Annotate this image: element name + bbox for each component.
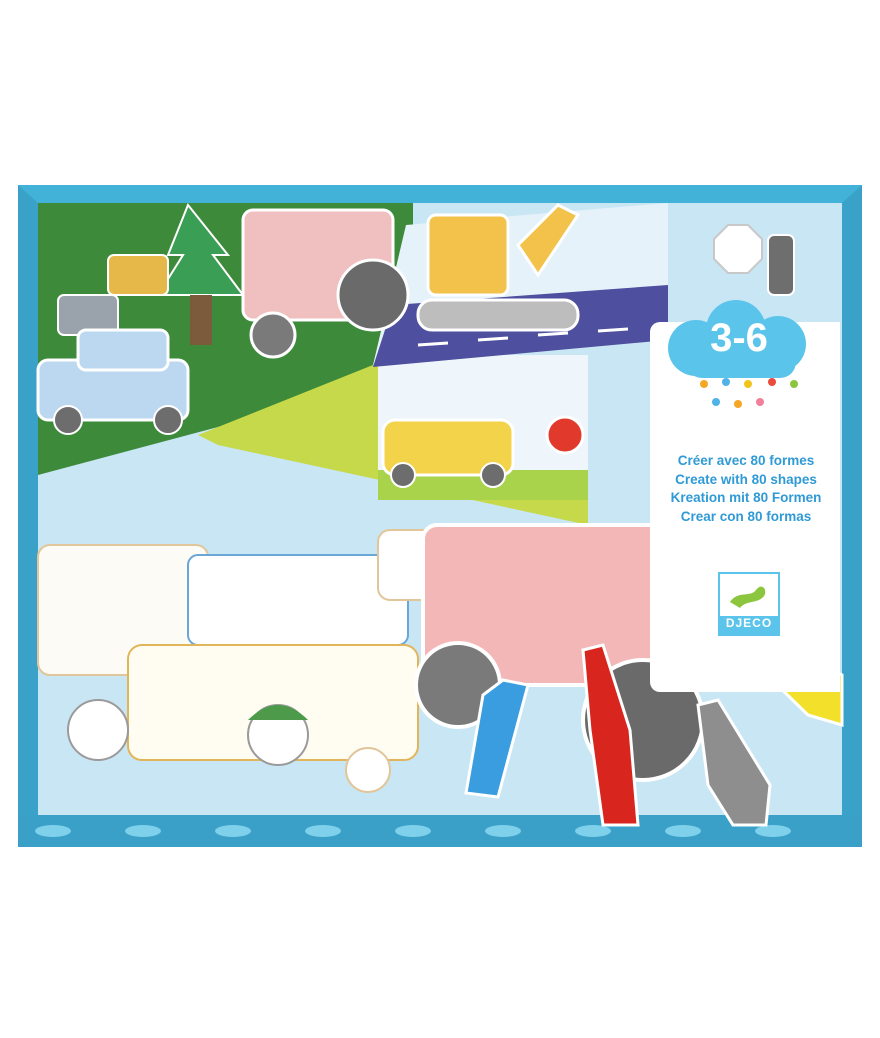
tagline-fr: Créer avec 80 formes xyxy=(677,453,815,468)
dot xyxy=(756,398,764,406)
box-left-side xyxy=(18,185,38,847)
excavator-track xyxy=(416,298,580,332)
traffic-light xyxy=(767,234,795,296)
dot xyxy=(722,378,730,386)
stop-sign xyxy=(713,224,763,274)
tagline-de: Kreation mit 80 Formen xyxy=(670,490,822,505)
tractor-wheel xyxy=(336,258,410,332)
yellow-excavator xyxy=(426,213,510,297)
wheel xyxy=(249,311,297,359)
dot xyxy=(744,380,752,388)
wheel xyxy=(53,405,83,435)
box-right-side xyxy=(842,185,862,847)
wheel xyxy=(480,462,506,488)
person-outline xyxy=(67,699,129,761)
tagline-es: Crear con 80 formas xyxy=(680,508,812,524)
wheel xyxy=(390,462,416,488)
dot xyxy=(700,380,708,388)
wheel xyxy=(153,405,183,435)
blue-car-cabin xyxy=(76,328,170,372)
dot xyxy=(768,378,776,386)
age-range: 3-6 xyxy=(710,316,768,360)
dot xyxy=(712,398,720,406)
dot xyxy=(790,380,798,388)
blue-car-outline xyxy=(187,554,409,646)
wheel-outline xyxy=(345,747,391,793)
road-sign xyxy=(545,415,585,455)
brand-name: DJECO xyxy=(725,616,773,630)
tree-trunk xyxy=(190,295,212,345)
color-dots xyxy=(700,378,798,408)
suitcase xyxy=(107,254,169,296)
tagline-en: Create with 80 shapes xyxy=(675,471,817,487)
box-bottom-dots xyxy=(35,825,791,837)
dot xyxy=(734,400,742,408)
tagline: Créer avec 80 formes Create with 80 shap… xyxy=(652,452,840,526)
